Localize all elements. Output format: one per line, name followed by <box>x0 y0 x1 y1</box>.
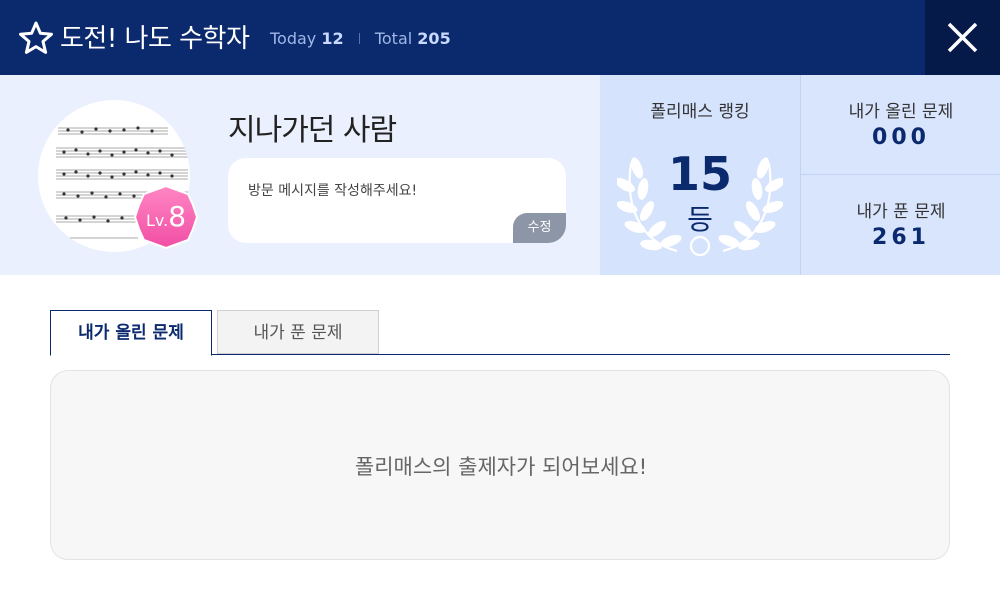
uploaded-count-value: 000 <box>872 125 930 150</box>
visit-message-placeholder: 방문 메시지를 작성해주세요! <box>248 183 418 199</box>
solved-count-value: 261 <box>872 225 930 250</box>
solved-count-label: 내가 푼 문제 <box>856 202 946 222</box>
total-count: 205 <box>417 29 451 48</box>
star-outline-icon[interactable] <box>18 20 54 56</box>
app-title: 도전! 나도 수학자 <box>60 24 250 54</box>
level-prefix: Lv. <box>145 211 169 230</box>
close-button[interactable] <box>925 0 1000 75</box>
level-value: 8 <box>168 200 187 233</box>
stats-divider <box>358 33 360 44</box>
nickname: 지나가던 사람 <box>228 113 397 148</box>
close-icon <box>947 22 978 53</box>
ranking-unit: 등 <box>687 203 713 236</box>
problem-counts: 내가 올린 문제 000 내가 푼 문제 261 <box>800 75 1000 275</box>
solved-count-cell: 내가 푼 문제 261 <box>801 175 1000 275</box>
visit-message-box[interactable]: 방문 메시지를 작성해주세요! 수정 <box>228 158 566 243</box>
total-label: Total <box>374 29 413 48</box>
edit-message-button[interactable]: 수정 <box>513 213 566 243</box>
level-badge: Lv.8 <box>133 184 199 250</box>
ranking-label: 폴리매스 랭킹 <box>650 102 750 122</box>
problem-tabs: 내가 올린 문제 내가 푼 문제 <box>50 310 950 356</box>
today-label: Today <box>270 29 317 48</box>
empty-state-message: 폴리매스의 출제자가 되어보세요! <box>354 455 648 479</box>
today-count: 12 <box>321 29 344 48</box>
visit-stats: Today 12 Total 205 <box>270 29 451 48</box>
uploaded-count-label: 내가 올린 문제 <box>848 102 954 122</box>
ranking-panel: 폴리매스 랭킹 15 등 <box>600 75 800 275</box>
ranking-number: 15 <box>667 147 732 201</box>
tab-solved-problems[interactable]: 내가 푼 문제 <box>217 310 379 354</box>
header-bar: 도전! 나도 수학자 Today 12 Total 205 <box>0 0 1000 75</box>
tab-uploaded-problems[interactable]: 내가 올린 문제 <box>50 310 212 356</box>
level-text: Lv.8 <box>133 184 199 250</box>
problem-list-panel: 폴리매스의 출제자가 되어보세요! <box>50 370 950 560</box>
profile-section: Lv.8 지나가던 사람 방문 메시지를 작성해주세요! 수정 <box>0 75 600 275</box>
uploaded-count-cell: 내가 올린 문제 000 <box>801 75 1000 175</box>
